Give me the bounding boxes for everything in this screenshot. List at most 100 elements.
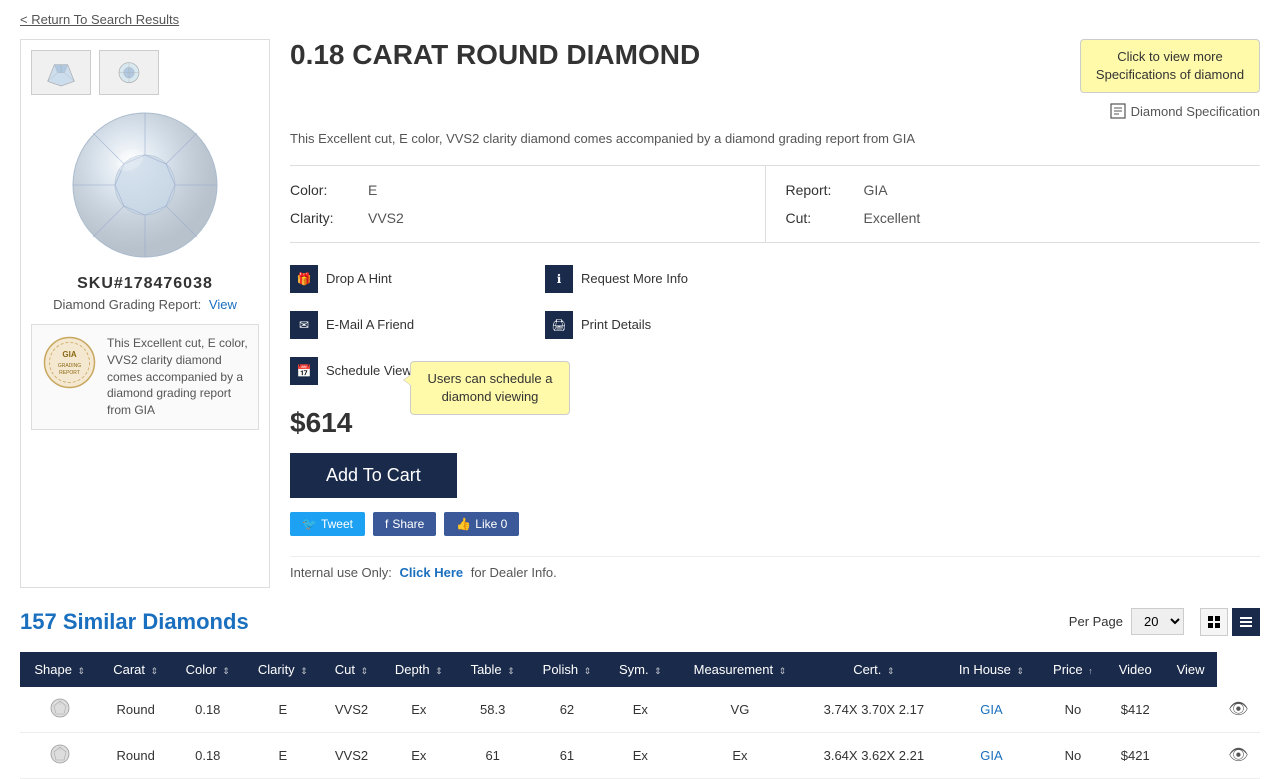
view-diamond-button[interactable]: 👁 xyxy=(1228,699,1248,719)
diamond-spec-link[interactable]: Diamond Specification xyxy=(1110,103,1260,119)
report-label: Diamond Grading Report: xyxy=(53,297,201,312)
like-label: Like 0 xyxy=(475,517,507,531)
round-diamond-icon xyxy=(49,697,71,719)
edit-icon xyxy=(1110,103,1126,119)
sort-arrows-table: ⇕ xyxy=(507,666,515,676)
similar-title: 157 Similar Diamonds xyxy=(20,609,249,635)
gia-seal-icon: GIA GRADING REPORT xyxy=(42,335,97,390)
cell-price: $412 xyxy=(1106,687,1164,733)
share-icon: f xyxy=(385,517,388,531)
sort-arrows-carat: ⇕ xyxy=(151,666,159,676)
cell-carat: 0.18 xyxy=(172,732,244,778)
thumbnail-1[interactable] xyxy=(31,50,91,95)
col-price[interactable]: Price ↑ xyxy=(1040,652,1106,687)
left-panel: SKU#178476038 Diamond Grading Report: Vi… xyxy=(20,39,270,588)
specs-grid: Color: E Clarity: VVS2 Report: GIA Cut: … xyxy=(290,165,1260,243)
actions-grid: 🎁 Drop A Hint ℹ Request More Info ✉ E-Ma… xyxy=(290,261,790,389)
schedule-tooltip: Users can schedule a diamond viewing xyxy=(410,361,570,415)
cell-sym: Ex xyxy=(675,732,804,778)
similar-section: 157 Similar Diamonds Per Page 20 40 60 xyxy=(0,608,1280,779)
request-info-button[interactable]: ℹ Request More Info xyxy=(545,261,790,297)
email-friend-label: E-Mail A Friend xyxy=(326,317,414,332)
col-depth[interactable]: Depth ⇕ xyxy=(381,652,457,687)
product-subtitle: This Excellent cut, E color, VVS2 clarit… xyxy=(290,129,1260,149)
per-page-row: Per Page 20 40 60 xyxy=(1069,608,1184,635)
clarity-spec: Clarity: VVS2 xyxy=(290,204,765,232)
thumbnail-2[interactable] xyxy=(99,50,159,95)
cell-shape: Round xyxy=(99,687,172,733)
per-page-select[interactable]: 20 40 60 xyxy=(1131,608,1184,635)
cell-shape-icon xyxy=(20,687,99,733)
col-inhouse[interactable]: In House ⇕ xyxy=(943,652,1040,687)
round-diamond-icon xyxy=(49,743,71,765)
cell-view: 👁 xyxy=(1217,732,1260,778)
tweet-button[interactable]: 🐦 Tweet xyxy=(290,512,365,536)
list-view-button[interactable] xyxy=(1232,608,1260,636)
col-measurement[interactable]: Measurement ⇕ xyxy=(675,652,804,687)
tweet-label: Tweet xyxy=(321,517,353,531)
sort-arrows-clarity: ⇕ xyxy=(300,666,308,676)
sort-arrows-color: ⇕ xyxy=(222,666,230,676)
col-cert[interactable]: Cert. ⇕ xyxy=(805,652,944,687)
cell-depth: 61 xyxy=(457,732,529,778)
cell-cert: GIA xyxy=(943,687,1040,733)
print-details-label: Print Details xyxy=(581,317,651,332)
sort-arrows-cert: ⇕ xyxy=(887,666,895,676)
report-line: Diamond Grading Report: View xyxy=(31,297,259,312)
gia-box: GIA GRADING REPORT This Excellent cut, E… xyxy=(31,324,259,430)
cell-shape-icon xyxy=(20,732,99,778)
add-to-cart-button[interactable]: Add To Cart xyxy=(290,453,457,498)
drop-hint-button[interactable]: 🎁 Drop A Hint xyxy=(290,261,535,297)
col-table[interactable]: Table ⇕ xyxy=(457,652,529,687)
view-icons xyxy=(1200,608,1260,636)
similar-label: Similar Diamonds xyxy=(63,609,249,634)
calendar-icon: 📅 xyxy=(290,357,318,385)
report-view-link[interactable]: View xyxy=(209,297,237,312)
cell-depth: 58.3 xyxy=(457,687,529,733)
spec-link-label: Diamond Specification xyxy=(1131,104,1260,119)
cell-carat: 0.18 xyxy=(172,687,244,733)
cell-color: E xyxy=(244,732,323,778)
cert-link[interactable]: GIA xyxy=(980,748,1002,763)
col-carat[interactable]: Carat ⇕ xyxy=(99,652,172,687)
sort-arrows-measurement: ⇕ xyxy=(779,666,787,676)
grid-icon xyxy=(1207,615,1221,629)
back-link[interactable]: < Return To Search Results xyxy=(0,0,1280,39)
col-shape[interactable]: Shape ⇕ xyxy=(20,652,99,687)
share-button[interactable]: f Share xyxy=(373,512,436,536)
similar-header: 157 Similar Diamonds Per Page 20 40 60 xyxy=(20,608,1260,636)
grid-view-button[interactable] xyxy=(1200,608,1228,636)
col-view: View xyxy=(1164,652,1216,687)
col-clarity[interactable]: Clarity ⇕ xyxy=(244,652,323,687)
cell-polish: Ex xyxy=(605,687,675,733)
spec-tooltip: Click to view more Specifications of dia… xyxy=(1080,39,1260,93)
cell-inhouse: No xyxy=(1040,732,1106,778)
col-sym[interactable]: Sym. ⇕ xyxy=(605,652,675,687)
cell-view: 👁 xyxy=(1217,687,1260,733)
specs-col-right: Report: GIA Cut: Excellent xyxy=(765,166,1261,242)
like-button[interactable]: 👍 Like 0 xyxy=(444,512,519,536)
tweet-icon: 🐦 xyxy=(302,517,317,531)
col-color[interactable]: Color ⇕ xyxy=(172,652,244,687)
dealer-info-link[interactable]: Click Here xyxy=(400,565,464,580)
drop-hint-icon: 🎁 xyxy=(290,265,318,293)
col-polish[interactable]: Polish ⇕ xyxy=(529,652,606,687)
view-diamond-button[interactable]: 👁 xyxy=(1228,745,1248,765)
print-details-button[interactable]: 🖨 Print Details xyxy=(545,307,790,343)
sort-arrows-sym: ⇕ xyxy=(654,666,662,676)
sort-arrows-price: ↑ xyxy=(1088,666,1093,676)
cell-cut: Ex xyxy=(381,687,457,733)
cell-clarity: VVS2 xyxy=(322,732,381,778)
table-row: Round 0.18 E VVS2 Ex 61 61 Ex Ex 3.64X 3… xyxy=(20,732,1260,778)
cert-link[interactable]: GIA xyxy=(980,702,1002,717)
cell-measurement: 3.74X 3.70X 2.17 xyxy=(805,687,944,733)
email-friend-button[interactable]: ✉ E-Mail A Friend xyxy=(290,307,535,343)
col-cut[interactable]: Cut ⇕ xyxy=(322,652,381,687)
table-body: Round 0.18 E VVS2 Ex 58.3 62 Ex VG 3.74X… xyxy=(20,687,1260,779)
cell-polish: Ex xyxy=(605,732,675,778)
cell-clarity: VVS2 xyxy=(322,687,381,733)
sort-arrows-inhouse: ⇕ xyxy=(1017,666,1025,676)
list-icon xyxy=(1239,615,1253,629)
svg-text:GIA: GIA xyxy=(62,350,76,359)
like-icon: 👍 xyxy=(456,517,471,531)
